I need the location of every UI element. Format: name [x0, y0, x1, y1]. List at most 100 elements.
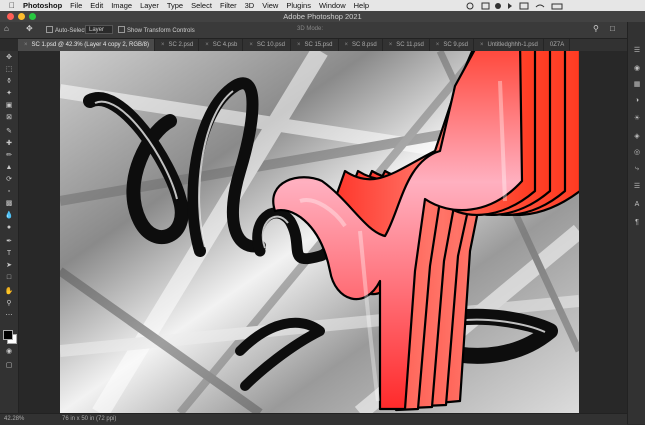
- auto-select-label: Auto-Select:: [55, 28, 88, 34]
- hand-icon[interactable]: ✋: [3, 287, 15, 297]
- tab-0z7a[interactable]: 0Z7A: [544, 39, 571, 51]
- menu-file[interactable]: File: [70, 1, 82, 10]
- auto-select-dropdown[interactable]: Layer: [85, 25, 113, 34]
- menu-type[interactable]: Type: [167, 1, 183, 10]
- apple-menu-icon[interactable]: : [9, 1, 15, 10]
- close-tab-icon[interactable]: ×: [389, 42, 393, 48]
- pen-icon[interactable]: ✒: [3, 237, 15, 247]
- properties-icon[interactable]: ☰: [632, 182, 642, 192]
- menu-layer[interactable]: Layer: [140, 1, 159, 10]
- character-icon[interactable]: A: [632, 200, 642, 210]
- home-icon[interactable]: ⌂: [4, 24, 9, 33]
- menu-image[interactable]: Image: [111, 1, 132, 10]
- menu-select[interactable]: Select: [191, 1, 212, 10]
- paragraph-icon[interactable]: ¶: [632, 218, 642, 228]
- close-tab-icon[interactable]: ×: [345, 42, 349, 48]
- close-tab-icon[interactable]: ×: [205, 42, 209, 48]
- tab-sc1[interactable]: × SC 1.psd @ 42.3% (Layer 4 copy 2, RGB/8…: [18, 39, 155, 51]
- quick-select-icon[interactable]: ✦: [3, 89, 15, 99]
- search-icon[interactable]: ⚲: [593, 24, 599, 33]
- options-bar: ⌂ ✥ Auto-Select: Layer Show Transform Co…: [0, 22, 645, 39]
- menu-3d[interactable]: 3D: [245, 1, 255, 10]
- lasso-icon[interactable]: ⚱: [3, 77, 15, 87]
- tab-label: SC 9.psd: [443, 42, 468, 48]
- gradient-icon[interactable]: ▩: [3, 199, 15, 209]
- healing-icon[interactable]: ✚: [3, 139, 15, 149]
- paths-icon[interactable]: ⤷: [632, 164, 642, 174]
- stamp-icon[interactable]: ▲: [3, 163, 15, 173]
- tab-label: 0Z7A: [549, 42, 565, 48]
- type-icon[interactable]: T: [3, 249, 15, 259]
- marquee-icon[interactable]: ⬚: [3, 65, 15, 75]
- tab-label: SC 4.psb: [212, 42, 238, 48]
- adjustments-icon[interactable]: ◑: [632, 96, 642, 106]
- crop-icon[interactable]: ▣: [3, 101, 15, 111]
- history-brush-icon[interactable]: ⟳: [3, 175, 15, 185]
- brush-icon[interactable]: ✏: [3, 151, 15, 161]
- tab-label: SC 1.psd @ 42.3% (Layer 4 copy 2, RGB/8): [31, 42, 149, 48]
- path-select-icon[interactable]: ➤: [3, 261, 15, 271]
- learn-icon[interactable]: ☀: [632, 114, 642, 124]
- tab-label: SC 15.psd: [304, 42, 333, 48]
- menubar-status-icons: [466, 2, 563, 10]
- zoom-icon[interactable]: ⚲: [3, 299, 15, 309]
- close-tab-icon[interactable]: ×: [480, 42, 484, 48]
- close-tab-icon[interactable]: ×: [297, 42, 301, 48]
- move-tool-icon[interactable]: ✥: [26, 24, 33, 33]
- document-tabs: × SC 1.psd @ 42.3% (Layer 4 copy 2, RGB/8…: [18, 39, 627, 51]
- menu-help[interactable]: Help: [354, 1, 369, 10]
- tab-label: Untitledghhh-1.psd: [487, 42, 538, 48]
- eraser-icon[interactable]: ▫: [3, 187, 15, 197]
- blur-icon[interactable]: 💧: [3, 211, 15, 221]
- close-tab-icon[interactable]: ×: [249, 42, 253, 48]
- tab-sc4[interactable]: × SC 4.psb: [199, 39, 244, 51]
- close-tab-icon[interactable]: ×: [161, 42, 165, 48]
- color-icon[interactable]: ◉: [632, 64, 642, 74]
- right-panel-dock: ☰ ◉ ▦ ◑ ☀ ◈ ◎ ⤷ ☰ A ¶: [627, 22, 645, 424]
- zoom-level[interactable]: 42.28%: [4, 416, 24, 422]
- play-icon: [508, 3, 512, 9]
- checkbox-icon: [46, 26, 53, 33]
- document-canvas[interactable]: [60, 51, 579, 413]
- foreground-color-swatch[interactable]: [3, 330, 13, 340]
- display-icon: [481, 2, 490, 10]
- menu-window[interactable]: Window: [319, 1, 346, 10]
- layers-icon[interactable]: ◈: [632, 132, 642, 142]
- mac-menubar:  Photoshop File Edit Image Layer Type S…: [0, 0, 645, 11]
- dodge-icon[interactable]: ●: [3, 223, 15, 233]
- window-titlebar: Adobe Photoshop 2021: [0, 11, 645, 22]
- eyedropper-icon[interactable]: ✎: [3, 127, 15, 137]
- menu-filter[interactable]: Filter: [220, 1, 237, 10]
- swatches-icon[interactable]: ▦: [632, 80, 642, 90]
- tab-sc9[interactable]: × SC 9.psd: [430, 39, 474, 51]
- wifi-icon: [535, 4, 545, 8]
- close-tab-icon[interactable]: ×: [436, 42, 440, 48]
- 3d-mode-label: 3D Mode:: [297, 26, 324, 32]
- menu-view[interactable]: View: [262, 1, 278, 10]
- close-tab-icon[interactable]: ×: [24, 42, 28, 48]
- window-title: Adobe Photoshop 2021: [283, 12, 362, 21]
- tab-sc2[interactable]: × SC 2.psd: [155, 39, 200, 51]
- channels-icon[interactable]: ◎: [632, 148, 642, 158]
- workspace-icon[interactable]: □: [610, 24, 615, 33]
- frame-icon[interactable]: ⊠: [3, 113, 15, 123]
- monitor-icon: [519, 2, 529, 10]
- menu-plugins[interactable]: Plugins: [286, 1, 311, 10]
- tab-label: SC 11.psd: [396, 42, 424, 48]
- more-tools-icon[interactable]: ⋯: [3, 311, 15, 321]
- tab-untitled[interactable]: × Untitledghhh-1.psd: [474, 39, 544, 51]
- tab-sc11[interactable]: × SC 11.psd: [383, 39, 430, 51]
- tab-sc15[interactable]: × SC 15.psd: [291, 39, 339, 51]
- libraries-icon[interactable]: ☰: [632, 46, 642, 56]
- shape-icon[interactable]: □: [3, 273, 15, 283]
- tab-sc8[interactable]: × SC 8.psd: [339, 39, 383, 51]
- tab-label: SC 8.psd: [352, 42, 377, 48]
- tab-sc10[interactable]: × SC 10.psd: [243, 39, 291, 51]
- move-icon[interactable]: ✥: [3, 53, 15, 63]
- quick-mask-icon[interactable]: ◉: [3, 347, 15, 357]
- screen-mode-icon[interactable]: ▢: [3, 361, 15, 371]
- menu-edit[interactable]: Edit: [90, 1, 103, 10]
- transform-controls-checkbox[interactable]: Show Transform Controls: [118, 26, 195, 34]
- menu-app-name[interactable]: Photoshop: [23, 1, 62, 10]
- auto-select-checkbox[interactable]: Auto-Select:: [46, 26, 88, 34]
